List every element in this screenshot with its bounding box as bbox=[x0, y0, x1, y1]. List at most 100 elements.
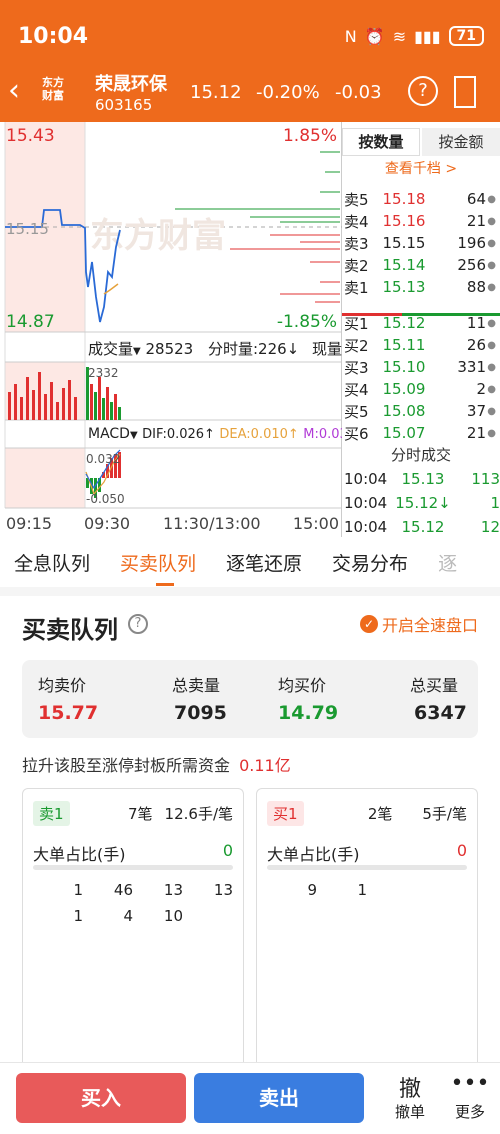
help-icon[interactable]: ? bbox=[408, 76, 438, 106]
macd-dea: DEA:0.010↑ bbox=[219, 427, 299, 442]
bid-volume: 2 bbox=[476, 380, 486, 398]
tab-by-amount[interactable]: 按金额 bbox=[422, 128, 500, 156]
ask-row[interactable]: 卖3 15.15 196 ● bbox=[344, 232, 500, 254]
view-1000-levels-link[interactable]: 查看千档 > bbox=[342, 158, 500, 178]
bid-price: 15.12 bbox=[382, 314, 426, 332]
volume-bar bbox=[8, 392, 11, 420]
check-icon: ✓ bbox=[359, 615, 378, 633]
big-order-value: 0 bbox=[222, 841, 233, 860]
tab-trade-distribution[interactable]: 交易分布 bbox=[332, 549, 408, 576]
vol-value: 28523 bbox=[145, 340, 194, 358]
ask-price: 15.15 bbox=[382, 234, 426, 252]
tab-full-queue[interactable]: 全息队列 bbox=[14, 549, 90, 576]
nfc-icon: N bbox=[344, 26, 357, 46]
queue-cell: 9 bbox=[307, 881, 317, 899]
queue-cell bbox=[183, 907, 233, 933]
ask-row[interactable]: 卖4 15.16 21 ● bbox=[344, 210, 500, 232]
tab-by-quantity[interactable]: 按数量 bbox=[342, 128, 420, 156]
queue-cell: 1 bbox=[357, 881, 367, 899]
deal-volume: 1 bbox=[490, 494, 500, 512]
price-high-label: 15.43 bbox=[6, 126, 55, 146]
tab-buy-sell-queue[interactable]: 买卖队列 bbox=[120, 549, 196, 586]
total-buy-label: 总买量 bbox=[410, 676, 459, 695]
stock-name: 荣晟环保 bbox=[95, 74, 167, 95]
vol-max-label: 2332 bbox=[88, 366, 119, 380]
sell-queue-header: 卖1 7笔 12.6手/笔 bbox=[33, 799, 233, 827]
ask-row[interactable]: 卖2 15.14 256 ● bbox=[344, 254, 500, 276]
ask-row[interactable]: 卖1 15.13 88 ● bbox=[344, 276, 500, 298]
cancel-order-button[interactable]: 撤 撤单 bbox=[388, 1071, 432, 1122]
price-ref-label: 15.15 bbox=[6, 220, 49, 238]
volume-bar bbox=[32, 390, 35, 420]
total-sell-value: 7095 bbox=[174, 702, 227, 724]
bid-row[interactable]: 买4 15.09 2 ● bbox=[344, 378, 500, 400]
bid-row[interactable]: 买3 15.10 331 ● bbox=[344, 356, 500, 378]
bid-price: 15.08 bbox=[382, 402, 426, 420]
intraday-chart[interactable]: 东方财富 15.43 1.85% 15.15 14.87 -1.85% 成交量▼… bbox=[0, 122, 367, 537]
bid-row[interactable]: 买1 15.12 11 ● bbox=[344, 312, 500, 334]
bid-row[interactable]: 买2 15.11 26 ● bbox=[344, 334, 500, 356]
volume-bar bbox=[44, 394, 47, 420]
bid-row[interactable]: 买6 15.07 21 ● bbox=[344, 422, 500, 444]
header-change-pct: -0.20% bbox=[256, 82, 320, 103]
bid-volume: 26 bbox=[466, 336, 486, 354]
header-change: -0.03 bbox=[335, 82, 382, 103]
avg-sell-value: 15.77 bbox=[38, 702, 99, 724]
dot-icon: ● bbox=[487, 339, 496, 351]
sell-avg-lots: 12.6手/笔 bbox=[164, 804, 233, 823]
queue-cell: 1 bbox=[73, 881, 83, 899]
premarket-shade-macd bbox=[5, 448, 85, 508]
bid-label: 买1 bbox=[344, 314, 369, 333]
buy-big-order-bar bbox=[267, 865, 467, 870]
sell-big-order: 大单占比(手) 0 bbox=[33, 841, 233, 865]
buy-queue-box: 买1 2笔 5手/笔 大单占比(手) 0 9 1 bbox=[256, 788, 478, 1068]
ask-row[interactable]: 卖5 15.18 64 ● bbox=[344, 188, 500, 210]
volume-bar bbox=[62, 388, 65, 420]
ask-price: 15.13 bbox=[382, 278, 426, 296]
tab-more[interactable]: 逐 bbox=[438, 549, 457, 576]
queue-cell: 46 bbox=[113, 881, 133, 899]
tick-vol: 分时量:226↓ bbox=[208, 340, 300, 358]
bid-row[interactable]: 买5 15.08 37 ● bbox=[344, 400, 500, 422]
buy-queue-orders: 9 1 bbox=[267, 881, 477, 907]
time-label: 09:30 bbox=[84, 514, 131, 533]
back-arrow-icon[interactable]: ‹ bbox=[8, 76, 20, 106]
sell-button[interactable]: 卖出 bbox=[194, 1073, 364, 1123]
vol-label[interactable]: 成交量 bbox=[88, 340, 133, 358]
ask-label: 卖2 bbox=[344, 256, 369, 275]
queue-row: 9 1 bbox=[267, 881, 477, 907]
buy-sell-queue-section: 买卖队列 ? ✓ 开启全速盘口 均卖价 15.77 总卖量 7095 均买价 1… bbox=[0, 596, 500, 1068]
tick-deals[interactable]: 分时成交 10:04 15.13 113 10:04 15.12↓ 1 10:0… bbox=[342, 444, 500, 539]
fast-quote-toggle[interactable]: ✓ 开启全速盘口 bbox=[359, 612, 478, 636]
sell-order-count: 7笔 bbox=[128, 804, 153, 823]
tab-tick-restore[interactable]: 逐笔还原 bbox=[226, 549, 302, 576]
macd-dropdown-icon[interactable]: ▼ bbox=[130, 430, 138, 441]
vol-dropdown-icon[interactable]: ▼ bbox=[133, 346, 141, 357]
macd-dif: DIF:0.026↑ bbox=[142, 427, 215, 442]
bid-label: 买6 bbox=[344, 424, 369, 443]
deals-title: 分时成交 bbox=[390, 446, 451, 464]
ask-price: 15.18 bbox=[382, 190, 426, 208]
volume-bar bbox=[118, 407, 121, 420]
landscape-icon[interactable] bbox=[454, 76, 476, 108]
volume-bar bbox=[90, 384, 93, 420]
cancel-icon: 撤 bbox=[398, 1077, 421, 1102]
deal-row: 10:04 15.13 113 bbox=[342, 467, 500, 491]
bid-price: 15.10 bbox=[382, 358, 426, 376]
volume-bar bbox=[14, 384, 17, 420]
status-time: 10:04 bbox=[18, 24, 89, 49]
buy-button[interactable]: 买入 bbox=[16, 1073, 186, 1123]
volume-bar bbox=[26, 377, 29, 420]
capital-needed: 拉升该股至涨停封板所需资金 0.11亿 bbox=[22, 752, 291, 776]
more-label: 更多 bbox=[454, 1103, 485, 1121]
queue-cell: 13 bbox=[163, 881, 183, 899]
ask-volume: 256 bbox=[457, 256, 486, 274]
queue-cell: 10 bbox=[163, 907, 183, 925]
section-title: 买卖队列 bbox=[22, 616, 118, 644]
volume-header: 成交量▼ 28523 分时量:226↓ 现量:12 bbox=[88, 338, 366, 359]
more-button[interactable]: ••• 更多 bbox=[448, 1071, 492, 1122]
question-icon[interactable]: ? bbox=[128, 614, 148, 634]
cancel-label: 撤单 bbox=[394, 1103, 425, 1121]
macd-label[interactable]: MACD bbox=[88, 426, 130, 442]
time-label: 15:00 bbox=[292, 514, 339, 533]
